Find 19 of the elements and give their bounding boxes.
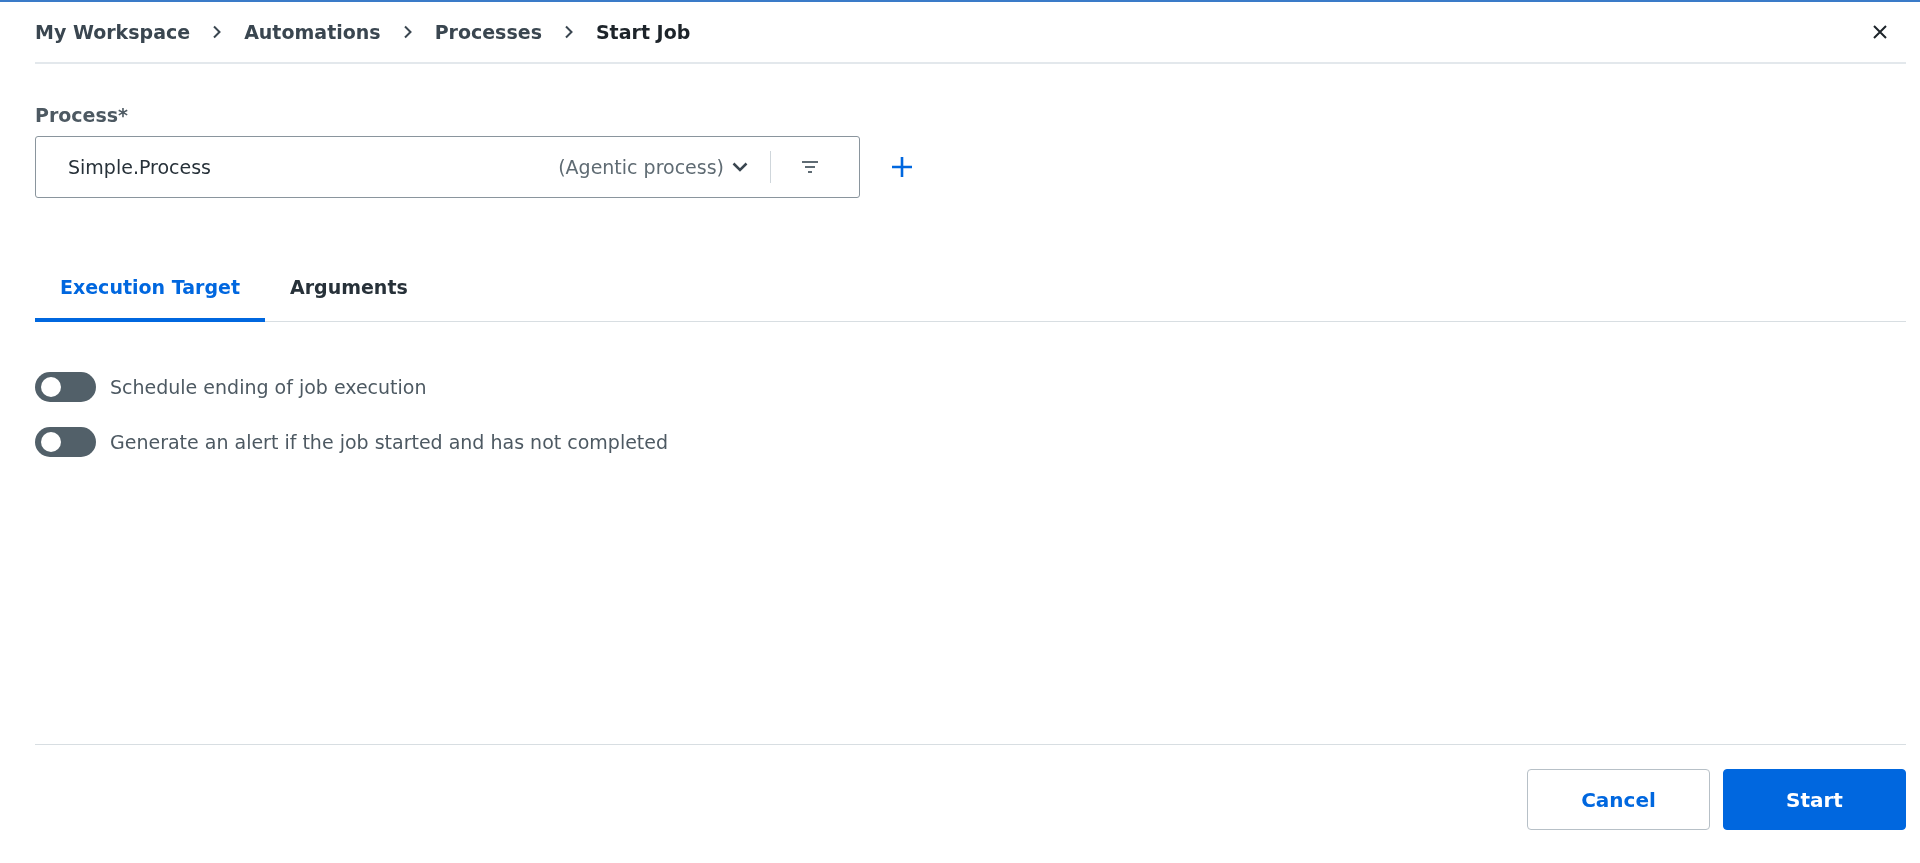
chevron-down-icon	[732, 162, 748, 172]
field-label: Process*	[35, 104, 130, 126]
start-button[interactable]: Start	[1723, 769, 1906, 830]
toggle-switch[interactable]	[35, 372, 96, 402]
breadcrumb-link[interactable]: Processes	[434, 21, 542, 43]
tab[interactable]: Arguments	[265, 276, 433, 322]
filter-icon[interactable]	[801, 160, 819, 174]
toggle-label: Schedule ending of job execution	[110, 376, 427, 398]
toggle-label: Generate an alert if the job started and has not completed	[110, 431, 669, 453]
process-select[interactable]: Simple.Process (Agentic process)	[35, 136, 860, 198]
breadcrumb-current: Start Job	[595, 21, 691, 43]
add-button[interactable]	[890, 155, 914, 179]
close-icon	[1872, 24, 1888, 40]
breadcrumb-link[interactable]: My Workspace	[35, 21, 191, 43]
breadcrumb-link[interactable]: Automations	[244, 21, 381, 43]
tab[interactable]: Execution Target	[35, 276, 265, 322]
toggle-switch[interactable]	[35, 427, 96, 457]
plus-icon	[890, 155, 914, 179]
cancel-button[interactable]: Cancel	[1527, 769, 1710, 830]
